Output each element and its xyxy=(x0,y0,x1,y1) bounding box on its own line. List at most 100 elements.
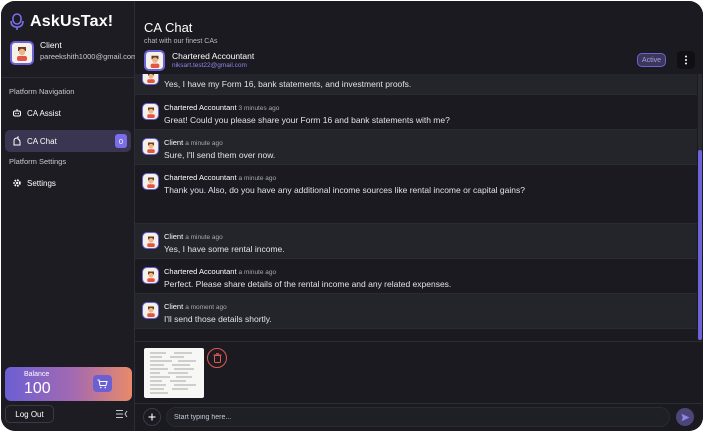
message-meta: Chartered Accountant 3 minutes ago xyxy=(164,103,279,112)
message-input[interactable] xyxy=(166,407,670,427)
document-preview-icon xyxy=(150,352,196,394)
message-avatar xyxy=(142,232,159,249)
sidebar-item-settings[interactable]: Settings xyxy=(5,172,131,194)
message-meta: Client a moment ago xyxy=(164,302,227,311)
chat-panel: CA Chat chat with our finest CAs Charter… xyxy=(135,1,703,431)
message-composer xyxy=(135,403,702,431)
message-time: a minute ago xyxy=(238,175,277,182)
person-icon xyxy=(146,306,155,317)
balance-card: Balance 100 xyxy=(5,367,132,401)
scrollbar-thumb[interactable] xyxy=(698,150,702,340)
sidebar-item-ca-assist[interactable]: CA Assist xyxy=(5,102,131,124)
section-title-settings: Platform Settings xyxy=(9,157,67,166)
balance-value: 100 xyxy=(24,380,51,397)
message-time: a moment ago xyxy=(185,304,227,311)
message-list[interactable]: Yes, I have my Form 16, bank statements,… xyxy=(135,74,702,340)
more-options-button[interactable] xyxy=(677,51,695,69)
message-text: Perfect. Please share details of the ren… xyxy=(164,279,452,289)
message-item: Client a moment ago I'll send those detai… xyxy=(135,294,697,329)
gear-icon xyxy=(12,178,22,188)
message-time: a minute ago xyxy=(185,234,223,241)
add-attachment-button[interactable] xyxy=(143,408,161,426)
person-icon xyxy=(146,236,155,247)
person-icon xyxy=(150,55,159,68)
message-time: a minute ago xyxy=(238,269,277,276)
message-avatar xyxy=(142,267,159,284)
send-icon xyxy=(681,413,689,421)
message-avatar xyxy=(142,74,159,85)
logout-button[interactable]: Log Out xyxy=(5,405,54,423)
robot-icon xyxy=(12,108,22,118)
message-text: Thank you. Also, do you have any additio… xyxy=(164,185,525,195)
message-item: Client a minute ago Sure, I'll send them … xyxy=(135,130,697,165)
message-meta: Chartered Accountant a minute ago xyxy=(164,173,276,182)
collapse-sidebar-icon[interactable] xyxy=(116,409,128,419)
message-time: a minute ago xyxy=(185,140,223,147)
delete-attachment-button[interactable] xyxy=(207,348,227,368)
page-subtitle: chat with our finest CAs xyxy=(144,38,218,45)
sidebar-item-label: CA Assist xyxy=(27,108,61,118)
attachment-preview-area xyxy=(135,341,702,403)
attachment-thumbnail[interactable] xyxy=(144,348,204,398)
message-author: Chartered Accountant xyxy=(164,103,237,112)
person-icon xyxy=(146,142,155,153)
message-text: Great! Could you please share your Form … xyxy=(164,115,450,125)
message-avatar xyxy=(142,138,159,155)
message-item: Yes, I have my Form 16, bank statements,… xyxy=(135,74,697,95)
brand[interactable]: AskUsTax! xyxy=(10,13,113,31)
person-icon xyxy=(146,74,155,83)
message-meta: Client a minute ago xyxy=(164,138,223,147)
user-avatar xyxy=(10,41,34,65)
user-name: Client xyxy=(40,40,62,50)
balance-label: Balance xyxy=(24,371,50,378)
divider xyxy=(1,77,135,78)
partner-avatar xyxy=(144,50,165,71)
sidebar-item-label: CA Chat xyxy=(27,136,57,146)
message-text: I'll send those details shortly. xyxy=(164,314,272,324)
message-author: Client xyxy=(164,302,184,311)
sidebar-item-ca-chat[interactable]: CA Chat 0 xyxy=(5,130,131,152)
partner-email: niksart.test22@gmail.com xyxy=(172,62,247,69)
app-window: AskUsTax! Client pareekshith1000@gmail.c… xyxy=(1,1,703,431)
message-author: Client xyxy=(164,232,184,241)
chat-partner: Chartered Accountant niksart.test22@gmai… xyxy=(144,50,254,71)
send-button[interactable] xyxy=(676,408,694,426)
message-item: Client a minute ago Yes, I have some rent… xyxy=(135,224,697,259)
message-text: Yes, I have some rental income. xyxy=(164,244,285,254)
trash-icon xyxy=(213,353,221,363)
plus-icon xyxy=(148,413,156,421)
sidebar-item-label: Settings xyxy=(27,178,56,188)
message-avatar xyxy=(142,103,159,120)
scrollbar[interactable] xyxy=(698,74,702,340)
section-title-navigation: Platform Navigation xyxy=(9,87,75,96)
chat-icon xyxy=(12,136,22,146)
user-profile[interactable]: Client pareekshith1000@gmail.com xyxy=(10,41,137,65)
cart-icon xyxy=(97,379,108,388)
message-time: 3 minutes ago xyxy=(238,105,280,112)
message-avatar xyxy=(142,302,159,319)
message-text: Sure, I'll send them over now. xyxy=(164,150,276,160)
message-text: Yes, I have my Form 16, bank statements,… xyxy=(164,79,412,89)
message-item: Chartered Accountant 3 minutes ago Great!… xyxy=(135,95,697,130)
unread-badge: 0 xyxy=(115,134,127,148)
cart-button[interactable] xyxy=(93,375,112,392)
message-item: Chartered Accountant a minute ago Thank y… xyxy=(135,165,697,224)
message-author: Chartered Accountant xyxy=(164,173,237,182)
brand-name: AskUsTax! xyxy=(30,13,114,30)
person-icon xyxy=(146,177,155,188)
user-email: pareekshith1000@gmail.com xyxy=(40,52,138,61)
person-icon xyxy=(17,47,27,61)
person-icon xyxy=(146,271,155,282)
message-avatar xyxy=(142,173,159,190)
sidebar: AskUsTax! Client pareekshith1000@gmail.c… xyxy=(1,1,137,431)
more-vertical-icon xyxy=(685,55,687,65)
message-item: Chartered Accountant a minute ago Perfect… xyxy=(135,259,697,294)
message-meta: Client a minute ago xyxy=(164,232,223,241)
partner-name: Chartered Accountant xyxy=(172,51,255,61)
logo-icon xyxy=(10,13,24,30)
status-badge: Active xyxy=(637,53,666,67)
page-title: CA Chat xyxy=(144,20,193,35)
message-author: Chartered Accountant xyxy=(164,267,237,276)
message-author: Client xyxy=(164,138,184,147)
message-meta: Chartered Accountant a minute ago xyxy=(164,267,276,276)
